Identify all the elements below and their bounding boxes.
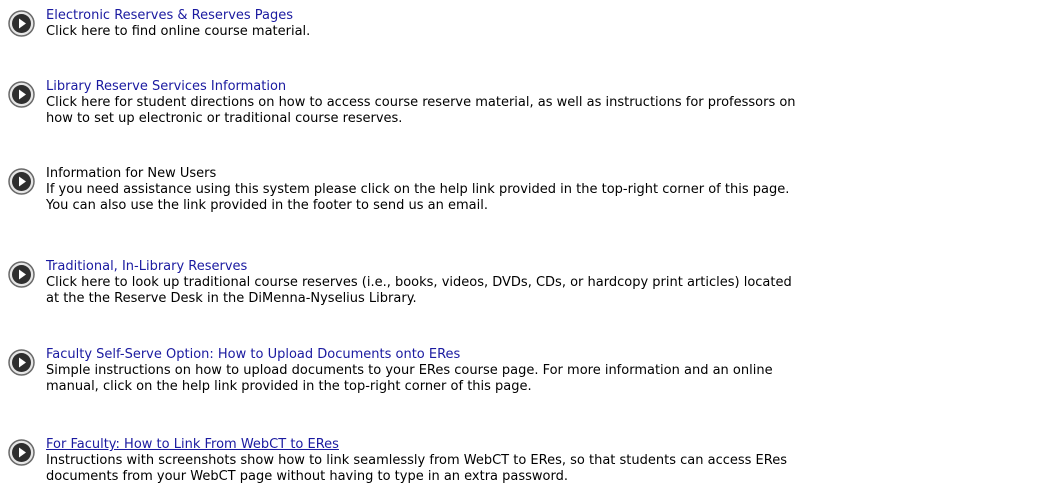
arrow-circle-icon[interactable] xyxy=(8,439,35,466)
link-electronic-reserves[interactable]: Electronic Reserves & Reserves Pages xyxy=(46,8,1049,24)
arrow-circle-icon[interactable] xyxy=(8,349,35,376)
link-traditional-reserves[interactable]: Traditional, In-Library Reserves xyxy=(46,259,1049,275)
item-description-line: Simple instructions on how to upload doc… xyxy=(46,363,773,378)
item-description-line: You can also use the link provided in th… xyxy=(46,198,488,213)
item-description-line: Click here for student directions on how… xyxy=(46,95,796,110)
item-description-line: manual, click on the help link provided … xyxy=(46,379,532,394)
arrow-circle-icon[interactable] xyxy=(8,10,35,37)
link-faculty-self-serve[interactable]: Faculty Self-Serve Option: How to Upload… xyxy=(46,347,1049,363)
item-description-line: Click here to look up traditional course… xyxy=(46,275,792,290)
link-webct-to-eres[interactable]: For Faculty: How to Link From WebCT to E… xyxy=(46,437,1049,453)
link-reserve-services-info[interactable]: Library Reserve Services Information xyxy=(46,79,1049,95)
item-description-line: Instructions with screenshots show how t… xyxy=(46,453,787,468)
heading-new-users: Information for New Users xyxy=(46,166,217,181)
arrow-circle-icon[interactable] xyxy=(8,261,35,288)
item-description-line: how to set up electronic or traditional … xyxy=(46,111,403,126)
item-description-line: documents from your WebCT page without h… xyxy=(46,469,569,484)
arrow-circle-icon[interactable] xyxy=(8,81,35,108)
item-description-line: Click here to find online course materia… xyxy=(46,24,311,39)
item-description-line: at the the Reserve Desk in the DiMenna-N… xyxy=(46,291,417,306)
arrow-circle-icon xyxy=(8,168,35,195)
item-description-line: If you need assistance using this system… xyxy=(46,182,790,197)
